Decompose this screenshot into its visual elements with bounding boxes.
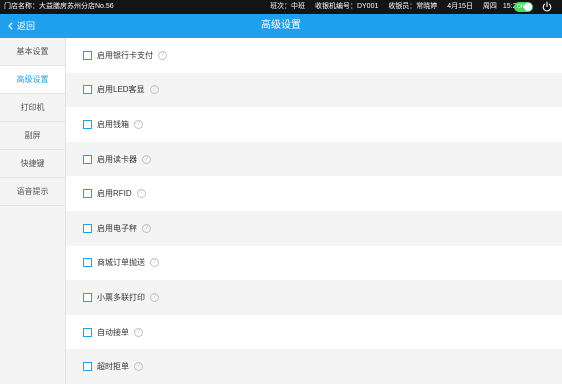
- sidebar-item-shortcuts[interactable]: 快捷键: [0, 150, 65, 178]
- help-icon[interactable]: ?: [150, 292, 159, 302]
- help-icon[interactable]: ?: [136, 189, 146, 199]
- shift-text: 班次：中班: [270, 3, 305, 10]
- setting-checkbox[interactable]: [83, 362, 92, 372]
- settings-list: 启用银行卡支付? 启用LED客显? 启用钱箱? 启用读卡器? 启用RFID? 启用电子秤?…: [66, 38, 562, 384]
- help-icon[interactable]: ?: [142, 154, 151, 164]
- page-title: 高级设置: [261, 20, 301, 31]
- setting-label[interactable]: 商城订单抛送: [97, 257, 145, 268]
- setting-checkbox[interactable]: [83, 223, 92, 233]
- help-icon[interactable]: ?: [142, 223, 151, 233]
- sidebar-item-voice-prompt[interactable]: 语音提示: [0, 178, 65, 206]
- setting-label[interactable]: 自动接单: [97, 327, 129, 338]
- setting-checkbox[interactable]: [83, 292, 92, 302]
- setting-row: 启用银行卡支付?: [66, 38, 562, 73]
- power-icon[interactable]: [541, 1, 553, 13]
- setting-row: 商城订单抛送?: [66, 246, 562, 281]
- setting-row: 启用LED客显?: [66, 72, 562, 108]
- setting-label[interactable]: 启用读卡器: [97, 154, 137, 165]
- help-icon[interactable]: ?: [149, 85, 159, 95]
- back-button[interactable]: 返回: [8, 14, 35, 38]
- setting-checkbox[interactable]: [83, 189, 92, 199]
- setting-label[interactable]: 启用银行卡支付: [97, 50, 153, 61]
- help-icon[interactable]: ?: [150, 258, 159, 268]
- help-icon[interactable]: ?: [134, 362, 143, 372]
- status-toggle[interactable]: ON: [514, 2, 533, 12]
- status-info: 班次：中班 收银机编号：DY001 收银员：常晓婷 4月15日 周四 15:21: [270, 0, 528, 14]
- setting-row: 小票多联打印?: [66, 280, 562, 315]
- setting-checkbox[interactable]: [83, 327, 92, 337]
- setting-label[interactable]: 小票多联打印: [97, 292, 145, 303]
- setting-row: 启用读卡器?: [66, 141, 562, 177]
- back-label: 返回: [17, 21, 36, 31]
- setting-checkbox[interactable]: [83, 119, 92, 129]
- sidebar-item-printer[interactable]: 打印机: [0, 94, 65, 122]
- setting-label[interactable]: 启用RFID: [97, 188, 132, 199]
- help-icon[interactable]: ?: [134, 327, 143, 337]
- help-icon[interactable]: ?: [134, 119, 143, 129]
- cashier-name: 收银员：常晓婷: [388, 3, 438, 10]
- sidebar-item-basic[interactable]: 基本设置: [0, 38, 65, 66]
- page-header: 高级设置 返回: [0, 14, 562, 38]
- setting-checkbox[interactable]: [83, 50, 92, 60]
- setting-label[interactable]: 启用钱箱: [97, 119, 129, 130]
- setting-row: 自动接单?: [66, 315, 562, 350]
- weekday-text: 周四: [482, 3, 497, 10]
- setting-checkbox[interactable]: [83, 154, 92, 164]
- register-id: 收银机编号：DY001: [314, 3, 379, 10]
- setting-label[interactable]: 启用LED客显: [97, 84, 145, 95]
- toggle-knob: [524, 3, 532, 11]
- setting-row: 超时拒单?: [66, 349, 562, 384]
- help-icon[interactable]: ?: [158, 50, 167, 60]
- setting-row: 启用电子秤?: [66, 210, 562, 246]
- setting-label[interactable]: 启用电子秤: [97, 223, 137, 234]
- sidebar-item-secondary-screen[interactable]: 副屏: [0, 122, 65, 150]
- setting-checkbox[interactable]: [83, 85, 92, 95]
- store-name: 门店名称：大益膳房苏州分店No.56: [4, 3, 114, 10]
- status-bar: 门店名称：大益膳房苏州分店No.56 班次：中班 收银机编号：DY001 收银员…: [0, 0, 562, 14]
- setting-row: 启用RFID?: [66, 176, 562, 211]
- chevron-left-icon: [8, 22, 13, 30]
- setting-label[interactable]: 超时拒单: [97, 361, 129, 372]
- sidebar-item-advanced[interactable]: 高级设置: [0, 66, 65, 94]
- setting-row: 启用钱箱?: [66, 107, 562, 142]
- sidebar: 基本设置 高级设置 打印机 副屏 快捷键 语音提示: [0, 38, 66, 384]
- setting-checkbox[interactable]: [83, 258, 92, 268]
- date-text: 4月15日: [447, 3, 473, 10]
